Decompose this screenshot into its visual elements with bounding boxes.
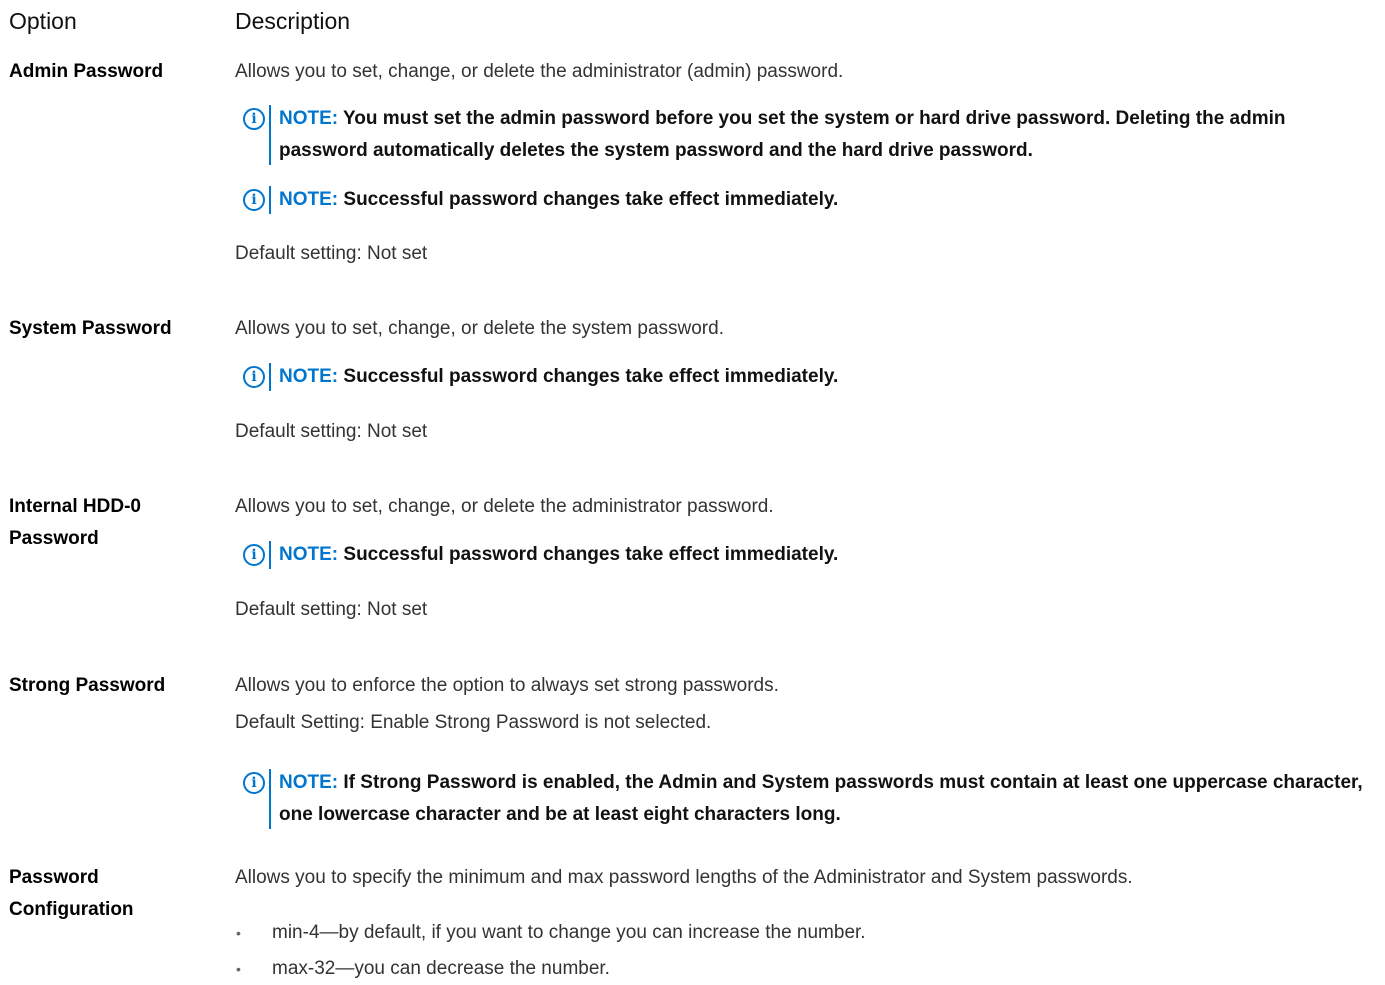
note-body: Successful password changes take effect … [343,189,839,210]
note-system-password-effect: i NOTE: Successful password changes take… [243,361,1373,393]
option-strong-password-default: Default Setting: Enable Strong Password … [235,712,712,733]
bullet-item-min-length: min-4—by default, if you want to change … [272,922,866,943]
info-circle-icon: i [243,189,265,211]
note-label: NOTE: [279,108,339,129]
option-password-configuration-description: Allows you to specify the minimum and ma… [235,867,1133,888]
note-body: Successful password changes take effect … [343,544,839,565]
note-body: You must set the admin password before y… [279,108,1286,161]
note-label: NOTE: [279,189,339,210]
note-label: NOTE: [279,366,339,387]
option-name-line: Password [9,867,99,888]
bullet-dot: • [236,961,241,977]
column-header-description: Description [235,8,351,34]
note-text: NOTE: Successful password changes take e… [279,184,1379,216]
note-text: NOTE: You must set the admin password be… [279,103,1379,167]
info-circle-icon: i [243,366,265,388]
option-name-line: Configuration [9,899,134,920]
option-admin-password-default: Default setting: Not set [235,243,428,264]
note-hdd-password-effect: i NOTE: Successful password changes take… [243,539,1373,571]
option-system-password-description: Allows you to set, change, or delete the… [235,318,724,339]
bios-security-options-table: Option Description Admin Password Allows… [0,0,1385,979]
option-system-password-default: Default setting: Not set [235,421,428,442]
note-divider [269,105,271,165]
note-divider [269,541,271,569]
note-label: NOTE: [279,772,339,793]
note-text: NOTE: Successful password changes take e… [279,361,1379,393]
bullet-dot: • [236,925,241,941]
note-body: Successful password changes take effect … [343,366,839,387]
info-circle-icon: i [243,108,265,130]
option-admin-password-description: Allows you to set, change, or delete the… [235,61,844,82]
note-divider [269,186,271,214]
note-label: NOTE: [279,544,339,565]
bullet-item-max-length: max-32—you can decrease the number. [272,958,610,979]
option-name-line: Internal HDD-0 [9,496,141,517]
option-internal-hdd-password-description: Allows you to set, change, or delete the… [235,496,774,517]
note-strong-password-rules: i NOTE: If Strong Password is enabled, t… [243,767,1373,831]
column-header-option: Option [9,8,77,34]
note-admin-password-effect: i NOTE: Successful password changes take… [243,184,1373,216]
option-strong-password-description: Allows you to enforce the option to alwa… [235,675,779,696]
note-text: NOTE: Successful password changes take e… [279,539,1379,571]
info-circle-icon: i [243,544,265,566]
note-divider [269,363,271,391]
option-admin-password: Admin Password [9,61,164,82]
note-text: NOTE: If Strong Password is enabled, the… [279,767,1379,831]
option-internal-hdd-password: Internal HDD-0 Password [9,491,209,555]
note-divider [269,769,271,829]
option-strong-password: Strong Password [9,675,166,696]
info-circle-icon: i [243,772,265,794]
option-internal-hdd-password-default: Default setting: Not set [235,599,428,620]
note-body: If Strong Password is enabled, the Admin… [279,772,1363,825]
option-password-configuration: Password Configuration [9,862,209,926]
option-name-line: Password [9,528,99,549]
note-admin-password-order: i NOTE: You must set the admin password … [243,103,1373,167]
option-system-password: System Password [9,318,172,339]
